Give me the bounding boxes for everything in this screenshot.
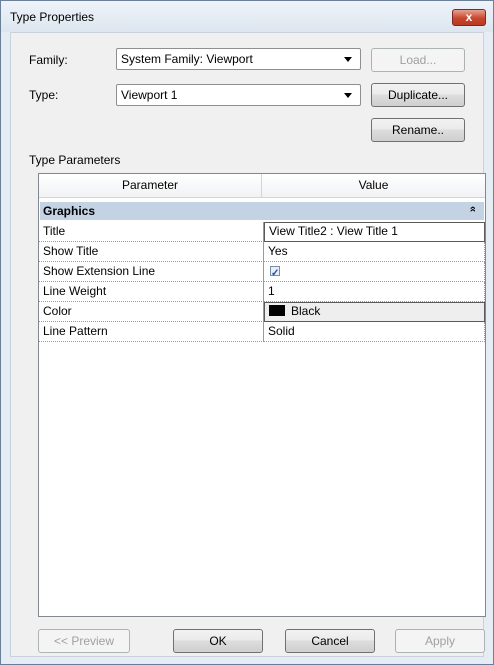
rename-button[interactable]: Rename.. <box>371 118 465 142</box>
column-header-value[interactable]: Value <box>262 174 485 198</box>
title-bar[interactable]: Type Properties x <box>1 1 493 32</box>
duplicate-button[interactable]: Duplicate... <box>371 83 465 107</box>
cancel-button[interactable]: Cancel <box>285 629 375 653</box>
param-name: Show Extension Line <box>39 262 264 282</box>
param-name: Line Pattern <box>39 322 264 342</box>
family-dropdown-value: System Family: Viewport <box>121 52 253 66</box>
color-value: Black <box>291 304 321 318</box>
type-dropdown[interactable]: Viewport 1 <box>116 84 361 106</box>
table-row[interactable]: Line Weight 1 <box>39 282 485 302</box>
window-title: Type Properties <box>10 10 95 24</box>
group-label: Graphics <box>43 204 96 218</box>
param-value[interactable]: Solid <box>264 322 485 342</box>
param-value[interactable]: 1 <box>264 282 485 302</box>
param-value-input[interactable]: View Title2 : View Title 1 <box>264 222 485 242</box>
type-parameters-grid: Parameter Value Graphics » Title View Ti… <box>38 173 486 617</box>
param-name: Title <box>39 222 264 242</box>
param-name: Line Weight <box>39 282 264 302</box>
param-name: Show Title <box>39 242 264 262</box>
type-properties-dialog: Type Properties x Family: System Family:… <box>0 0 494 665</box>
table-row[interactable]: Title View Title2 : View Title 1 <box>39 222 485 242</box>
type-dropdown-value: Viewport 1 <box>121 88 178 102</box>
group-row-graphics[interactable]: Graphics » <box>40 202 484 220</box>
apply-button[interactable]: Apply <box>395 629 485 653</box>
preview-button[interactable]: << Preview <box>38 629 130 653</box>
family-label: Family: <box>29 53 68 67</box>
table-row[interactable]: Show Extension Line ✓ <box>39 262 485 282</box>
close-button[interactable]: x <box>452 9 486 26</box>
close-icon: x <box>465 10 473 24</box>
collapse-chevron-icon[interactable]: » <box>467 206 479 212</box>
column-header-parameter[interactable]: Parameter <box>39 174 262 198</box>
param-value: ✓ <box>264 262 485 282</box>
color-picker-button[interactable]: Black <box>264 302 485 322</box>
type-parameters-label: Type Parameters <box>29 153 121 167</box>
checkmark-icon: ✓ <box>271 268 280 279</box>
load-button[interactable]: Load... <box>371 48 465 72</box>
param-name: Color <box>39 302 264 322</box>
table-row[interactable]: Line Pattern Solid <box>39 322 485 342</box>
param-value[interactable]: Yes <box>264 242 485 262</box>
type-label: Type: <box>29 88 59 102</box>
ok-button[interactable]: OK <box>173 629 263 653</box>
chevron-down-icon <box>344 57 352 62</box>
table-row[interactable]: Color Black <box>39 302 485 322</box>
chevron-down-icon <box>344 93 352 98</box>
family-dropdown[interactable]: System Family: Viewport <box>116 48 361 70</box>
color-swatch <box>269 305 285 317</box>
show-extension-line-checkbox[interactable]: ✓ <box>270 266 280 279</box>
table-row[interactable]: Show Title Yes <box>39 242 485 262</box>
